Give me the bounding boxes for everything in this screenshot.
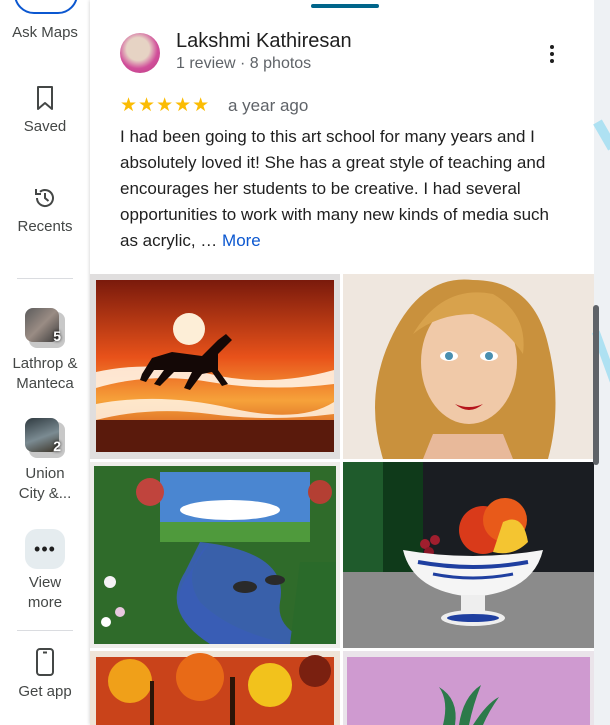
collection-item-union-city[interactable]: 2 Union City &... — [0, 418, 90, 504]
collection-label-line1: Lathrop & — [12, 355, 78, 372]
view-more-item[interactable]: ••• View more — [0, 529, 90, 613]
review-photo[interactable] — [90, 274, 340, 459]
collection-label-line2: Manteca — [16, 375, 74, 392]
saved-item[interactable]: Saved — [0, 85, 90, 137]
collection-count: 2 — [53, 438, 61, 454]
saved-label: Saved — [23, 118, 67, 135]
collection-count: 5 — [53, 328, 61, 344]
rail-divider — [17, 630, 73, 631]
panel-scrollbar[interactable] — [593, 305, 599, 465]
tab-indicator — [311, 4, 379, 8]
collection-item-lathrop[interactable]: 5 Lathrop & Manteca — [0, 308, 90, 394]
review-photo[interactable] — [90, 462, 340, 648]
review-photo[interactable] — [343, 651, 594, 725]
photo-grid — [90, 274, 594, 725]
autumn-trees-painting — [90, 651, 340, 725]
review-photo[interactable] — [90, 651, 340, 725]
ask-maps-button[interactable] — [14, 0, 78, 14]
map-road — [593, 119, 610, 151]
recents-label: Recents — [17, 218, 73, 235]
ask-maps-item[interactable]: Ask Maps — [0, 23, 90, 43]
review-time: a year ago — [228, 96, 309, 115]
collection-thumbnail: 2 — [25, 418, 65, 458]
view-more-line1: View — [28, 574, 62, 591]
history-icon — [35, 189, 54, 207]
recents-item[interactable]: Recents — [0, 185, 90, 237]
phone-icon — [36, 648, 54, 676]
river-landscape-painting — [90, 462, 340, 648]
get-app-item[interactable]: Get app — [0, 648, 90, 702]
review-text: I had been going to this art school for … — [120, 124, 560, 254]
review-author[interactable]: Lakshmi Kathiresan — [176, 30, 352, 53]
pink-plant-painting — [343, 651, 594, 725]
collection-label-line2: City &... — [18, 485, 72, 502]
review-photo[interactable] — [343, 462, 594, 648]
fruit-bowl-painting — [343, 462, 594, 648]
review-photo[interactable] — [343, 274, 594, 459]
nav-rail: Ask Maps Saved Recents 5 Lathrop & Mante… — [0, 0, 90, 725]
review-panel: Lakshmi Kathiresan 1 review · 8 photos ★… — [90, 0, 594, 725]
horse-sunset-painting — [90, 274, 340, 459]
bookmark-icon — [37, 86, 53, 110]
star-rating: ★★★★★ — [120, 95, 211, 116]
collection-thumbnail: 5 — [25, 308, 65, 348]
review-meta: 1 review · 8 photos — [176, 55, 312, 72]
ask-maps-label: Ask Maps — [12, 24, 78, 41]
more-vert-icon[interactable] — [542, 42, 562, 66]
view-more-line2: more — [27, 594, 63, 611]
more-link[interactable]: More — [222, 231, 261, 250]
more-horizontal-icon: ••• — [25, 529, 65, 569]
review-body: I had been going to this art school for … — [120, 127, 549, 250]
rail-divider — [17, 278, 73, 279]
collection-label-line1: Union — [25, 465, 65, 482]
get-app-label: Get app — [18, 683, 72, 700]
portrait-painting — [343, 274, 594, 459]
avatar[interactable] — [120, 33, 160, 73]
